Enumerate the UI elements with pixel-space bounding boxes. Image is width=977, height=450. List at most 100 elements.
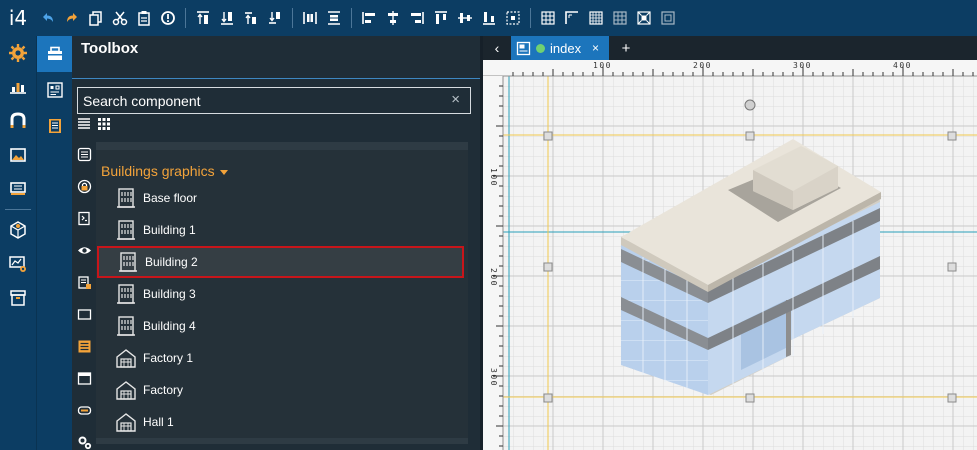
toolbox-tab-icon[interactable] <box>37 36 73 72</box>
list-item[interactable]: Building 3 <box>97 278 464 310</box>
align-top-icon[interactable] <box>430 7 452 29</box>
tab-label: index <box>550 40 582 56</box>
canvas-drawing[interactable]: 100 200 300 400 100 200 300 <box>483 60 977 450</box>
toolbox-title: Toolbox <box>81 40 139 57</box>
monitor-settings-icon[interactable] <box>0 247 36 281</box>
category-table-icon[interactable] <box>72 330 96 362</box>
group-header-buildings[interactable]: Buildings graphics <box>101 163 228 179</box>
list-item[interactable]: Factory 1 <box>97 342 464 374</box>
toolbar-separator <box>351 8 352 28</box>
app-window: i4 Toolbox Search component × Buildings … <box>0 0 977 450</box>
building-icon <box>117 316 135 336</box>
keyboard-panel-icon[interactable] <box>0 172 36 206</box>
grid-icon[interactable] <box>537 7 559 29</box>
category-display-icon[interactable] <box>72 298 96 330</box>
align-right-icon[interactable] <box>406 7 428 29</box>
ruler-h-label: 100 <box>593 61 612 70</box>
list-scroll-bottom <box>96 438 468 444</box>
search-clear-icon[interactable]: × <box>451 91 460 108</box>
toolbox-panel: Toolbox × Buildings graphics Base floor <box>72 36 480 450</box>
grid-center-icon[interactable] <box>633 7 655 29</box>
toolbox-sidebar <box>36 36 73 450</box>
category-window-icon[interactable] <box>72 362 96 394</box>
item-label: Building 2 <box>145 255 198 269</box>
list-item[interactable]: Building 4 <box>97 310 464 342</box>
corner-icon[interactable] <box>561 7 583 29</box>
dashboard-chart-icon[interactable] <box>0 70 36 104</box>
add-tab-button[interactable]: + <box>616 38 636 58</box>
info-icon[interactable] <box>157 7 179 29</box>
category-device-icon[interactable] <box>72 266 96 298</box>
align-middle-icon[interactable] <box>454 7 476 29</box>
search-field: × <box>77 87 471 114</box>
grid-fine-icon[interactable] <box>585 7 607 29</box>
item-label: Building 4 <box>143 319 196 333</box>
list-view-icon[interactable] <box>77 117 91 136</box>
item-label: Building 1 <box>143 223 196 237</box>
list-item[interactable]: Building 1 <box>97 214 464 246</box>
design-canvas[interactable]: 100 200 300 400 100 200 300 <box>483 60 977 450</box>
list-item[interactable]: Factory <box>97 374 464 406</box>
list-item-selected[interactable]: Building 2 <box>97 246 464 278</box>
paste-icon[interactable] <box>133 7 155 29</box>
factory-icon <box>116 349 136 368</box>
category-lock-icon[interactable] <box>72 170 96 202</box>
grid-snap-icon[interactable] <box>609 7 631 29</box>
align-center-icon[interactable] <box>382 7 404 29</box>
distribute-h-icon[interactable] <box>299 7 321 29</box>
factory-icon <box>116 413 136 432</box>
image-editor-icon[interactable] <box>0 138 36 172</box>
editor-tab-bar: ‹ index × + <box>483 36 977 60</box>
grid-view-icon[interactable] <box>97 117 111 136</box>
list-item[interactable]: Base floor <box>97 182 464 214</box>
category-eye-icon[interactable] <box>72 234 96 266</box>
toolbar-separator <box>292 8 293 28</box>
grid-scale-icon[interactable] <box>657 7 679 29</box>
ruler-h-label: 300 <box>793 61 812 70</box>
tab-close-icon[interactable]: × <box>592 41 599 55</box>
list-item[interactable]: Hall 1 <box>97 406 464 438</box>
group-select-icon[interactable] <box>502 7 524 29</box>
tab-index[interactable]: index × <box>511 36 609 60</box>
list-scroll-top <box>96 142 468 150</box>
category-sidebar <box>72 138 96 450</box>
ruler-v-label: 300 <box>489 368 498 387</box>
main-toolbar: i4 <box>0 0 977 36</box>
redo-icon[interactable] <box>61 7 83 29</box>
undo-icon[interactable] <box>37 7 59 29</box>
item-label: Building 3 <box>143 287 196 301</box>
group-title: Buildings graphics <box>101 163 215 179</box>
align-bottom-icon[interactable] <box>478 7 500 29</box>
building-icon <box>119 252 137 272</box>
caret-down-icon <box>219 169 228 175</box>
toolbar-separator <box>530 8 531 28</box>
tab-back-button[interactable]: ‹ <box>487 38 507 58</box>
magnet-icon[interactable] <box>0 104 36 138</box>
distribute-v-icon[interactable] <box>323 7 345 29</box>
package-icon[interactable] <box>0 213 36 247</box>
category-list-icon[interactable] <box>72 138 96 170</box>
send-back-icon[interactable] <box>216 7 238 29</box>
send-backward-icon[interactable] <box>264 7 286 29</box>
widget-panel-icon[interactable] <box>37 72 73 108</box>
archive-icon[interactable] <box>0 281 36 315</box>
category-gears-icon[interactable] <box>72 426 96 450</box>
bring-front-icon[interactable] <box>192 7 214 29</box>
category-button-icon[interactable] <box>72 394 96 426</box>
status-dot <box>536 43 545 53</box>
bring-forward-icon[interactable] <box>240 7 262 29</box>
category-script-icon[interactable] <box>72 202 96 234</box>
toolbar-separator <box>185 8 186 28</box>
search-input[interactable] <box>83 91 433 111</box>
app-logo: i4 <box>8 6 28 30</box>
settings-gear-icon[interactable] <box>0 36 36 70</box>
align-left-icon[interactable] <box>358 7 380 29</box>
ruler-v-label: 100 <box>489 168 498 187</box>
item-label: Base floor <box>143 191 198 205</box>
page-document-icon <box>516 41 531 55</box>
building-icon <box>117 220 135 240</box>
ruler-v-label: 200 <box>489 268 498 287</box>
cut-icon[interactable] <box>109 7 131 29</box>
copy-icon[interactable] <box>85 7 107 29</box>
document-list-icon[interactable] <box>37 108 73 144</box>
